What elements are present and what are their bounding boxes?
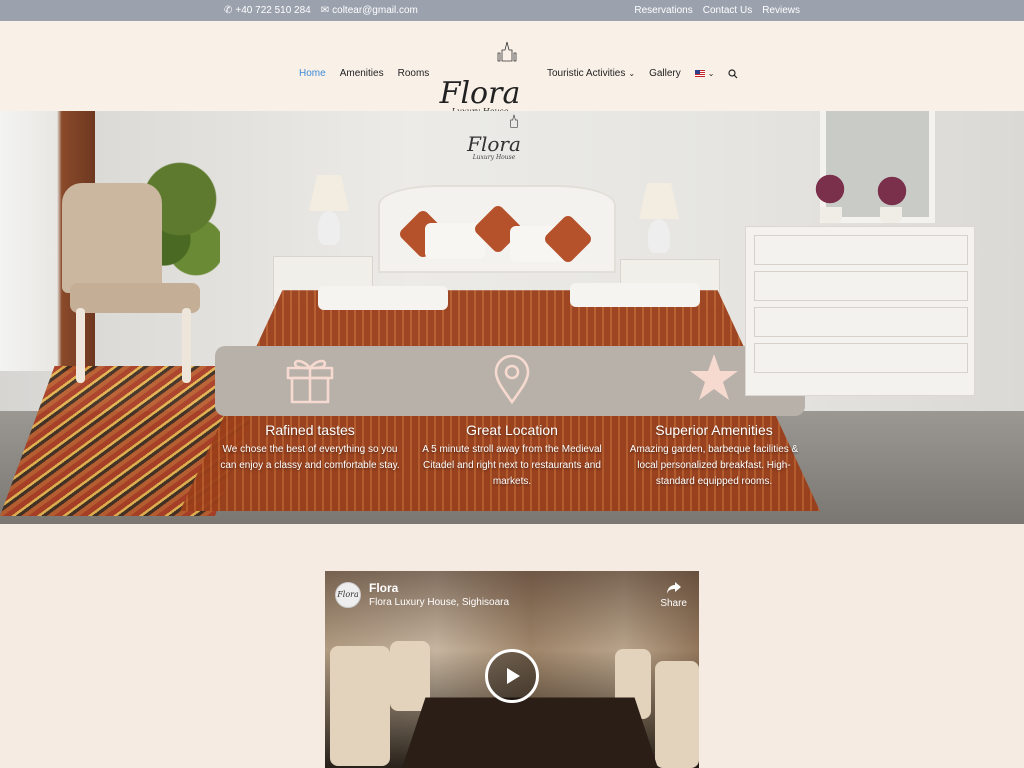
nav-touristic-activities-label: Touristic Activities — [547, 68, 626, 79]
chevron-down-icon: ⌄ — [628, 69, 636, 78]
email-address: coltear@gmail.com — [332, 5, 418, 16]
video-title[interactable]: Flora — [369, 581, 509, 595]
castle-icon — [510, 114, 518, 128]
feature-great-location: Great Location A 5 minute stroll away fr… — [422, 350, 602, 490]
towel — [318, 286, 448, 310]
share-label: Share — [660, 598, 687, 609]
flower-pot — [880, 207, 902, 223]
play-button[interactable] — [485, 649, 539, 703]
feature-superior-amenities: Superior Amenities Amazing garden, barbe… — [624, 350, 804, 490]
feature-title: Superior Amenities — [655, 422, 773, 438]
feature-title: Rafined tastes — [265, 422, 355, 438]
play-icon — [507, 668, 520, 684]
share-icon — [666, 582, 681, 594]
lamp-left — [305, 175, 353, 265]
flower-pot — [820, 207, 842, 223]
email-icon: ✉ — [320, 5, 330, 16]
feature-title: Great Location — [466, 422, 558, 438]
channel-avatar[interactable]: Flora — [335, 581, 361, 608]
hero-logo-name: Flora — [467, 132, 521, 156]
feature-description: Amazing garden, barbeque facilities & lo… — [629, 444, 799, 487]
video-header: Flora Flora Flora Luxury House, Sighisoa… — [335, 581, 509, 608]
castle-icon — [497, 41, 517, 62]
contact-info: ✆ +40 722 510 284 ✉ coltear@gmail.com — [224, 5, 418, 16]
star-icon — [690, 354, 738, 400]
lamp-right — [635, 183, 683, 273]
search-button[interactable] — [728, 68, 738, 79]
chevron-down-icon: ⌄ — [707, 69, 715, 78]
logo-name: Flora — [439, 76, 521, 111]
us-flag-icon — [694, 70, 705, 77]
language-selector[interactable]: ⌄ — [694, 69, 715, 78]
phone-contact[interactable]: ✆ +40 722 510 284 — [224, 5, 311, 16]
video-subtitle: Flora Luxury House, Sighisoara — [369, 597, 510, 608]
location-pin-icon — [494, 354, 530, 405]
feature-list: Rafined tastes We chose the best of ever… — [220, 350, 820, 500]
video-table — [402, 697, 658, 768]
top-links: Reservations Contact Us Reviews — [634, 5, 800, 16]
main-nav-right: Touristic Activities ⌄ Gallery ⌄ — [547, 68, 738, 79]
feature-description: A 5 minute stroll away from the Medieval… — [422, 444, 602, 487]
reservations-link[interactable]: Reservations — [634, 5, 692, 16]
email-contact[interactable]: ✉ coltear@gmail.com — [321, 5, 418, 16]
towel — [570, 283, 700, 307]
share-button[interactable]: Share — [660, 581, 687, 609]
feature-rafined-tastes: Rafined tastes We chose the best of ever… — [220, 350, 400, 474]
search-icon — [728, 68, 738, 78]
top-bar: ✆ +40 722 510 284 ✉ coltear@gmail.com Re… — [0, 0, 1024, 21]
feature-description: We chose the best of everything so you c… — [220, 444, 400, 471]
main-nav-left: Home Amenities Rooms — [299, 68, 429, 79]
gift-icon — [286, 359, 334, 404]
nav-gallery[interactable]: Gallery — [649, 68, 681, 79]
video-chair — [655, 661, 699, 768]
phone-number: +40 722 510 284 — [235, 5, 311, 16]
nav-touristic-activities[interactable]: Touristic Activities ⌄ — [547, 68, 635, 79]
site-header: Home Amenities Rooms Flora Luxury House … — [0, 21, 1024, 116]
hero-chair — [62, 183, 202, 383]
nav-home[interactable]: Home — [299, 68, 326, 79]
phone-icon: ✆ — [224, 5, 233, 16]
hero-logo: Flora Luxury House — [462, 114, 526, 161]
reviews-link[interactable]: Reviews — [762, 5, 800, 16]
nav-rooms[interactable]: Rooms — [398, 68, 430, 79]
contact-us-link[interactable]: Contact Us — [703, 5, 752, 16]
video-chair — [330, 646, 390, 766]
video-player[interactable]: Flora Flora Flora Luxury House, Sighisoa… — [325, 571, 699, 768]
nav-amenities[interactable]: Amenities — [340, 68, 384, 79]
